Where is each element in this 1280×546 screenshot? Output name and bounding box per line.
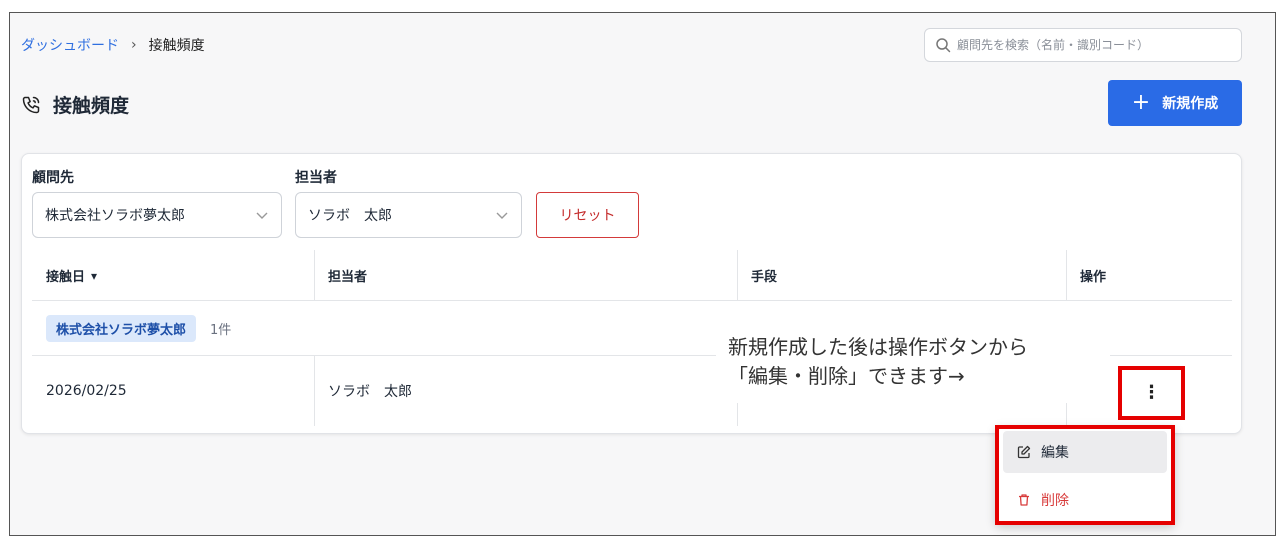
staff-filter-label: 担当者 — [295, 170, 337, 186]
row-actions-button[interactable]: ⋮ — [1118, 366, 1185, 420]
trash-icon — [1019, 494, 1029, 506]
kebab-icon: ⋮ — [1142, 382, 1161, 403]
client-select[interactable]: 株式会社ソラボ夢太郎 — [32, 192, 282, 238]
table-header: 接触日 ▾ 担当者 手段 操作 — [32, 250, 1232, 301]
plus-icon: + — [1131, 90, 1151, 115]
breadcrumb: ダッシュボード › 接触頻度 — [21, 35, 205, 55]
search-input[interactable] — [957, 38, 1237, 52]
menu-item-delete-label: 削除 — [1041, 493, 1069, 509]
breadcrumb-separator: › — [131, 37, 137, 53]
cell-staff: ソラボ 太郎 — [328, 384, 412, 400]
client-select-value: 株式会社ソラボ夢太郎 — [45, 208, 185, 224]
reset-button[interactable]: リセット — [536, 192, 639, 238]
row-actions-menu: 編集 削除 — [995, 425, 1175, 525]
page-heading: 接触頻度 — [21, 91, 129, 118]
annotation-line-2: 「編集・削除」できます→ — [728, 364, 965, 388]
edit-icon — [1017, 445, 1031, 459]
annotation-line-1: 新規作成した後は操作ボタンから — [728, 335, 1028, 359]
chevron-down-icon — [496, 212, 508, 219]
column-actions: 操作 — [1080, 270, 1107, 285]
chevron-down-icon — [256, 212, 268, 219]
search-box[interactable] — [924, 28, 1242, 62]
column-method: 手段 — [751, 270, 778, 285]
staff-select[interactable]: ソラボ 太郎 — [295, 192, 522, 238]
cell-date: 2026/02/25 — [46, 383, 127, 399]
group-count: 1件 — [210, 322, 232, 338]
app-frame: ダッシュボード › 接触頻度 接触頻度 + 新規作成 顧問先 株式会社ソラボ夢太… — [9, 12, 1276, 536]
column-contact-date[interactable]: 接触日 ▾ — [32, 250, 314, 301]
phone-icon — [22, 96, 40, 113]
column-staff: 担当者 — [328, 270, 368, 285]
page-title: 接触頻度 — [53, 95, 130, 117]
client-filter-label: 顧問先 — [32, 170, 74, 186]
menu-item-delete[interactable]: 削除 — [1003, 479, 1167, 521]
group-chip: 株式会社ソラボ夢太郎 — [46, 314, 197, 342]
menu-item-edit-label: 編集 — [1041, 445, 1069, 461]
breadcrumb-home-link[interactable]: ダッシュボード — [21, 35, 119, 55]
annotation-note: 新規作成した後は操作ボタンから 「編集・削除」できます→ — [716, 331, 1110, 403]
staff-select-value: ソラボ 太郎 — [308, 208, 392, 224]
breadcrumb-current: 接触頻度 — [148, 38, 205, 54]
search-icon — [936, 38, 951, 53]
new-button-label: 新規作成 — [1162, 96, 1219, 112]
sort-caret-icon: ▾ — [91, 268, 98, 283]
menu-item-edit[interactable]: 編集 — [1003, 431, 1167, 473]
new-button[interactable]: + 新規作成 — [1108, 80, 1242, 126]
